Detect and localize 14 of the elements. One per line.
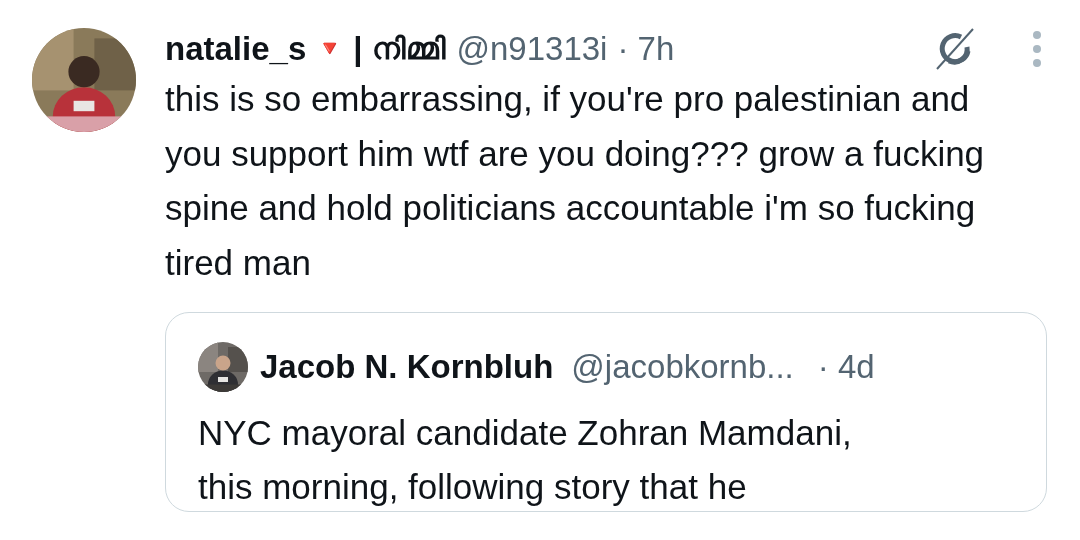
post-text: this is so embarrassing, if you're pro palestinian and you support him wtf are you doing??? grow a fucking spine and hold politicians accountable i'm so fucking tired man — [165, 78, 986, 284]
slashed-circle-icon[interactable] — [933, 27, 977, 71]
post-time[interactable]: · 7h — [617, 30, 675, 68]
name-separator: | — [353, 30, 363, 68]
user-handle[interactable]: @jacobkornb... — [571, 348, 794, 386]
display-name[interactable]: natalie_s — [165, 30, 307, 68]
quoted-post-card[interactable]: Jacob N. Kornbluh @jacobkornb... · 4d NYC mayoral candidate Zohran Mamdani, this morning, following story that he — [165, 312, 1047, 512]
quoted-post-text: this morning, following story that he — [198, 466, 748, 508]
post-time[interactable]: · 4d — [817, 348, 875, 386]
display-name[interactable]: Jacob N. Kornbluh — [260, 348, 554, 386]
user-handle[interactable]: @n91313i — [456, 30, 608, 68]
quoted-post-text: NYC mayoral candidate Zohran Mamdani, — [198, 412, 853, 454]
flag-emoji: 🔻 — [316, 36, 344, 62]
alt-name: നിമ്മി — [372, 31, 447, 67]
